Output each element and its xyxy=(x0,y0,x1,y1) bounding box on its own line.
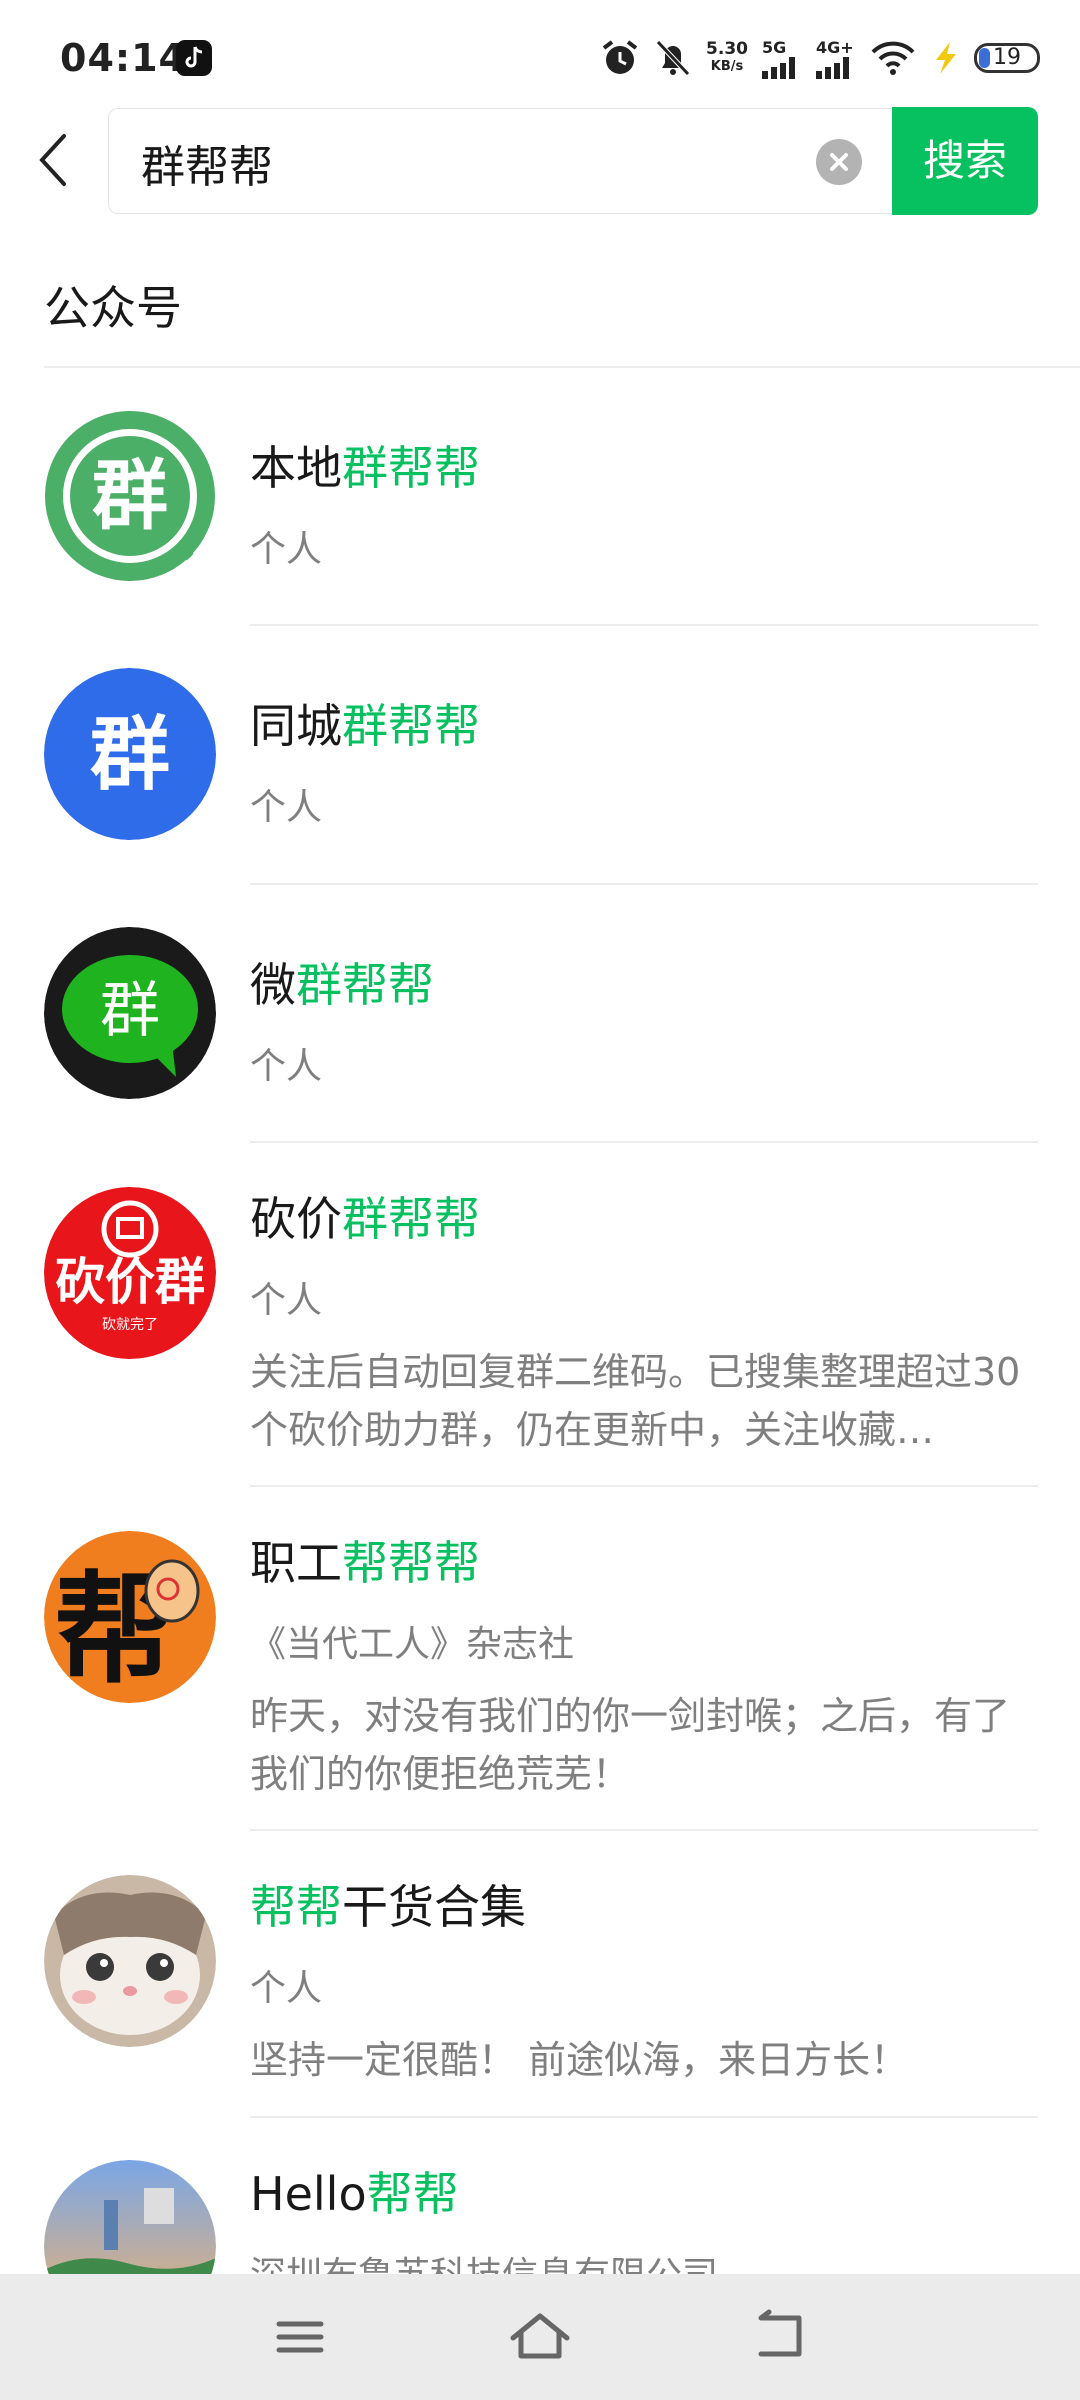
account-type: 个人 xyxy=(250,1046,323,1087)
account-name: 同城群帮帮 xyxy=(250,699,480,753)
status-icons: 5.30 KB/s 5G 4G+ 19 xyxy=(600,34,1040,82)
avatar: 群 xyxy=(44,410,216,582)
menu-icon xyxy=(276,2321,324,2353)
list-item[interactable]: 群 同城群帮帮 个人 xyxy=(0,626,1080,885)
section-title: 公众号 xyxy=(44,281,182,335)
list-item[interactable]: 帮 职工帮帮帮 《当代工人》杂志社 昨天，对没有我们的你一剑封喉；之后，有了我们… xyxy=(0,1487,1080,1831)
account-description: 关注后自动回复群二维码。已搜集整理超过30个砍价助力群，仍在更新中，关注收藏… xyxy=(250,1350,1021,1452)
list-item[interactable]: 群 微群帮帮 个人 xyxy=(0,885,1080,1143)
back-nav-button[interactable] xyxy=(745,2304,815,2370)
account-name: 职工帮帮帮 xyxy=(250,1536,480,1590)
close-icon xyxy=(830,153,848,171)
sim1-signal: 5G xyxy=(762,38,802,79)
svg-text:砍价群: 砍价群 xyxy=(55,1253,205,1311)
signal-icon xyxy=(762,56,795,79)
avatar xyxy=(44,1875,216,2047)
search-box xyxy=(108,108,892,214)
svg-text:群: 群 xyxy=(90,708,170,801)
account-owner: 《当代工人》杂志社 xyxy=(250,1624,575,1665)
account-description: 昨天，对没有我们的你一剑封喉；之后，有了我们的你便拒绝荒芜！ xyxy=(250,1694,1011,1796)
sim2-signal: 4G+ xyxy=(816,38,856,79)
mute-bell-icon xyxy=(656,40,690,76)
svg-text:群: 群 xyxy=(92,451,168,540)
avatar: 群 xyxy=(44,927,216,1099)
account-name: 帮帮干货合集 xyxy=(250,1880,526,1934)
svg-text:砍就完了: 砍就完了 xyxy=(102,1317,158,1333)
avatar: 砍价群 砍就完了 xyxy=(44,1187,216,1359)
result-list: 群 本地群帮帮 个人 群 同城群帮帮 个人 群 微群帮帮 个人 砍价群 砍就完了… xyxy=(0,368,1080,2332)
account-name: 砍价群帮帮 xyxy=(250,1192,480,1246)
status-time: 04:14 xyxy=(60,36,186,80)
account-type: 个人 xyxy=(250,1968,323,2009)
back-button[interactable] xyxy=(30,130,80,190)
search-button[interactable]: 搜索 xyxy=(892,107,1038,215)
menu-button[interactable] xyxy=(265,2304,335,2370)
account-name: Hello帮帮 xyxy=(250,2167,459,2221)
charging-icon xyxy=(936,42,956,74)
list-item[interactable]: 帮帮干货合集 个人 坚持一定很酷！ 前途似海，来日方长！ xyxy=(0,1831,1080,2118)
wifi-icon xyxy=(871,41,915,75)
account-type: 个人 xyxy=(250,529,323,570)
system-nav-bar xyxy=(0,2274,1080,2400)
account-description: 坚持一定很酷！ 前途似海，来日方长！ xyxy=(250,2038,909,2082)
home-button[interactable] xyxy=(505,2304,575,2370)
battery-icon: 19 xyxy=(974,43,1040,73)
status-bar: 04:14 5.30 KB/s 5G 4G+ 19 xyxy=(0,0,1080,105)
chevron-left-icon xyxy=(39,134,66,186)
account-type: 个人 xyxy=(250,787,323,828)
back-arrow-icon xyxy=(758,2309,802,2357)
account-type: 个人 xyxy=(250,1280,323,1321)
svg-text:群: 群 xyxy=(100,976,160,1046)
search-input[interactable] xyxy=(139,127,793,199)
list-item[interactable]: 砍价群 砍就完了 砍价群帮帮 个人 关注后自动回复群二维码。已搜集整理超过30个… xyxy=(0,1143,1080,1487)
account-name: 本地群帮帮 xyxy=(250,441,480,495)
avatar: 群 xyxy=(44,668,216,840)
list-item[interactable]: 群 本地群帮帮 个人 xyxy=(0,368,1080,626)
alarm-icon xyxy=(602,40,638,74)
net-speed: 5.30 KB/s xyxy=(706,39,748,74)
home-icon xyxy=(510,2313,570,2359)
avatar: 帮 xyxy=(44,1531,216,1703)
signal-icon xyxy=(816,56,849,79)
account-name: 微群帮帮 xyxy=(250,958,434,1012)
tiktok-icon xyxy=(176,40,212,76)
clear-search-button[interactable] xyxy=(816,139,862,185)
